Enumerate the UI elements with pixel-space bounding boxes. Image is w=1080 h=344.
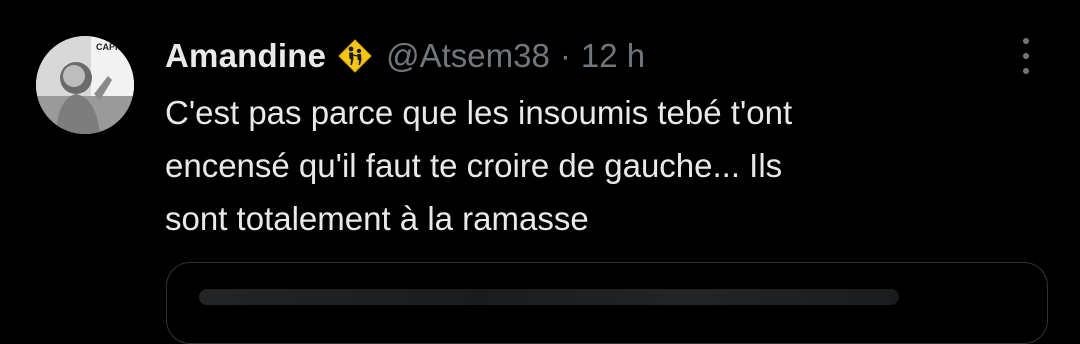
tweet-header: Amandine @Atsem38 · 12 h <box>165 34 645 78</box>
more-dot-icon <box>1023 68 1029 74</box>
more-dot-icon <box>1023 53 1029 59</box>
separator-dot: · <box>559 37 571 74</box>
tweet-timestamp[interactable]: 12 h <box>581 37 645 75</box>
more-dot-icon <box>1023 38 1029 44</box>
avatar[interactable]: CAPITOLE <box>36 36 134 134</box>
tweet-text-line: encensé qu'il faut te croire de gauche..… <box>165 147 783 184</box>
children-crossing-icon <box>338 39 372 73</box>
more-options-button[interactable] <box>1012 38 1040 74</box>
avatar-image: CAPITOLE <box>36 36 134 134</box>
quoted-tweet-preview <box>199 289 899 305</box>
quoted-tweet-card[interactable] <box>166 262 1048 344</box>
author-handle[interactable]: @Atsem38 <box>386 37 550 75</box>
avatar-text: CAPITOLE <box>96 42 134 52</box>
tweet-text: C'est pas parce que les insoumis tebé t'… <box>165 86 1025 245</box>
tweet[interactable]: CAPITOLE Amandine @Atsem38 · 12 h C'est … <box>0 0 1080 344</box>
tweet-text-line: sont totalement à la ramasse <box>165 200 589 237</box>
tweet-text-line: C'est pas parce que les insoumis tebé t'… <box>165 94 793 131</box>
author-name[interactable]: Amandine <box>165 37 326 75</box>
